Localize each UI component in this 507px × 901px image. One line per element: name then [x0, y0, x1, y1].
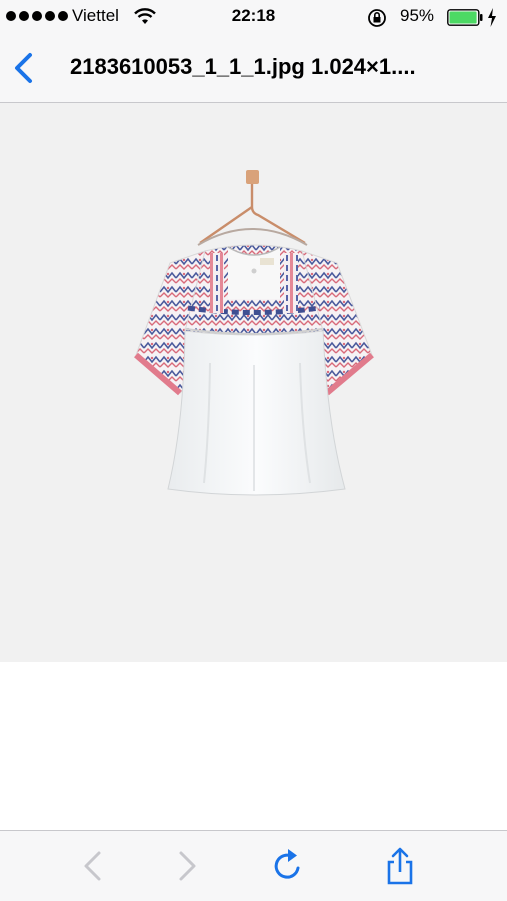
battery-percent: 95% [400, 6, 435, 25]
rotation-lock-icon [368, 9, 386, 27]
share-icon[interactable] [380, 846, 420, 886]
chevron-left-icon[interactable] [6, 48, 42, 88]
page-title: 2183610053_1_1_1.jpg 1.024×1.... [70, 54, 416, 79]
back-arrow-icon[interactable] [73, 846, 113, 886]
bottom-toolbar [0, 830, 507, 901]
product-photo[interactable] [0, 103, 507, 662]
blouse-on-hanger-image [134, 170, 374, 496]
battery-icon [447, 9, 483, 26]
reload-icon[interactable] [268, 846, 308, 886]
top-bar: Viettel 22:18 95% 2183610053_1_1_1.jpg 1… [0, 0, 507, 103]
navigation-bar: 2183610053_1_1_1.jpg 1.024×1.... [0, 34, 507, 102]
charging-bolt-icon [488, 8, 496, 27]
forward-arrow-icon[interactable] [167, 846, 207, 886]
status-bar: Viettel 22:18 95% [0, 0, 507, 34]
